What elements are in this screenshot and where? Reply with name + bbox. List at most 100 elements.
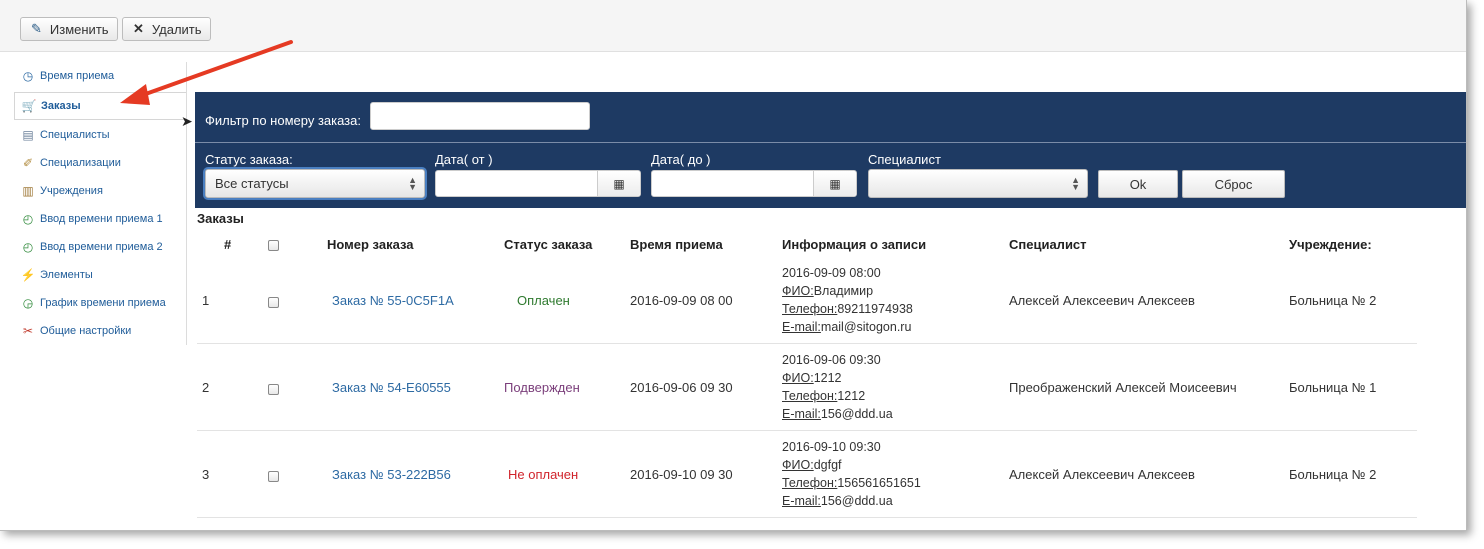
fio-value: Владимир — [813, 284, 874, 298]
email-label: E-mail: — [782, 407, 821, 421]
sidebar-item-label: Элементы — [40, 269, 93, 281]
sidebar-item-elements[interactable]: ⚡ Элементы — [14, 261, 186, 289]
col-header-info: Информация о записи — [782, 237, 927, 252]
plug-icon: ⚡ — [20, 268, 36, 282]
tools-icon: ✂ — [22, 324, 34, 338]
sidebar-item-label: Специалисты — [40, 129, 110, 141]
institution-name: Больница № 2 — [1289, 467, 1377, 482]
delete-button-label: Удалить — [151, 21, 202, 37]
record-info: 2016-09-09 08:00 ФИО:Владимир Телефон:89… — [782, 264, 913, 336]
select-all-checkbox[interactable] — [268, 240, 279, 251]
email-label: E-mail: — [782, 494, 821, 508]
delete-button[interactable]: ✕ Удалить — [122, 17, 211, 41]
institution-name: Больница № 1 — [1289, 380, 1377, 395]
phone-label: Телефон: — [782, 389, 838, 403]
col-header-status[interactable]: Статус заказа — [504, 237, 592, 252]
sidebar-item-general-settings[interactable]: ✂ Общие настройки — [14, 317, 186, 345]
col-header-specialist[interactable]: Специалист — [1009, 237, 1087, 252]
order-status: Не оплачен — [508, 467, 579, 482]
calendar-icon[interactable]: ▦ — [813, 171, 856, 196]
sidebar-item-label: Учреждения — [40, 185, 103, 197]
fio-label: ФИО: — [782, 458, 814, 472]
order-link[interactable]: Заказ № 53-222B56 — [332, 467, 451, 482]
specialist-select[interactable]: ▲ ▼ — [868, 169, 1088, 198]
sidebar-item-label: Общие настройки — [40, 325, 132, 337]
sidebar-item-specialists[interactable]: ▤ Специалисты — [14, 121, 186, 149]
edit-icon: ✎ — [31, 21, 42, 36]
clock-plus-icon: ◴ — [22, 240, 34, 254]
status-filter-label: Статус заказа: — [205, 152, 293, 167]
sidebar-item-time-input-1[interactable]: ◴ Ввод времени приема 1 — [14, 205, 186, 233]
row-divider — [197, 430, 1417, 431]
fio-value: dgfgf — [813, 458, 842, 472]
row-divider — [197, 343, 1417, 344]
order-number-filter-label: Фильтр по номеру заказа: — [205, 113, 361, 128]
specialist-filter-label: Специалист — [868, 152, 941, 167]
order-number-filter-input[interactable] — [370, 102, 590, 130]
record-info: 2016-09-06 09:30 ФИО:1212 Телефон:1212 E… — [782, 351, 893, 423]
sidebar-item-label: Ввод времени приема 2 — [40, 241, 163, 253]
phone-value: 1212 — [837, 389, 866, 403]
calendar-icon[interactable]: ▦ — [597, 171, 640, 196]
fio-label: ФИО: — [782, 371, 814, 385]
col-header-order[interactable]: Номер заказа — [327, 237, 414, 252]
date-to-label: Дата( до ) — [651, 152, 711, 167]
orders-section-title: Заказы — [197, 211, 244, 226]
edit-button[interactable]: ✎ Изменить — [20, 17, 118, 41]
specialist-name: Алексей Алексеевич Алексеев — [1009, 467, 1195, 482]
col-header-institution[interactable]: Учреждение: — [1289, 237, 1372, 252]
close-icon: ✕ — [133, 21, 144, 36]
select-arrows-icon: ▲ ▼ — [408, 175, 417, 192]
tag-icon: ✐ — [22, 156, 34, 170]
row-checkbox[interactable] — [268, 384, 279, 395]
sidebar-item-reception-time[interactable]: ◷ Время приема — [14, 62, 186, 90]
sidebar-item-schedule[interactable]: ◶ График времени приема — [14, 289, 186, 317]
reception-time: 2016-09-06 09 30 — [630, 380, 733, 395]
phone-value: 156561651651 — [837, 476, 921, 490]
edit-button-label: Изменить — [49, 21, 109, 37]
phone-label: Телефон: — [782, 302, 838, 316]
phone-label: Телефон: — [782, 476, 838, 490]
sidebar: ◷ Время приема 🛒 Заказы ▤ Специалисты ✐ … — [14, 62, 187, 345]
sidebar-item-institutions[interactable]: ▥ Учреждения — [14, 177, 186, 205]
clock-icon: ◷ — [22, 69, 34, 83]
row-divider — [197, 517, 1417, 518]
sidebar-item-orders[interactable]: 🛒 Заказы — [14, 92, 186, 120]
fio-value: 1212 — [813, 371, 842, 385]
select-arrows-icon: ▲ ▼ — [1071, 175, 1080, 192]
specialist-name: Алексей Алексеевич Алексеев — [1009, 293, 1195, 308]
info-date: 2016-09-10 09:30 — [782, 440, 881, 454]
sidebar-item-label: Специализации — [40, 157, 121, 169]
sidebar-item-label: График времени приема — [40, 297, 166, 309]
reception-time: 2016-09-09 08 00 — [630, 293, 733, 308]
col-header-time[interactable]: Время приема — [630, 237, 723, 252]
email-value: 156@ddd.ua — [820, 494, 893, 508]
filter-panel: Фильтр по номеру заказа: Статус заказа: … — [195, 92, 1466, 208]
specialist-name: Преображенский Алексей Моисеевич — [1009, 380, 1237, 395]
date-from-input[interactable]: ▦ — [435, 170, 641, 197]
reset-button[interactable]: Сброс — [1182, 170, 1285, 198]
info-date: 2016-09-09 08:00 — [782, 266, 881, 280]
email-value: 156@ddd.ua — [820, 407, 893, 421]
col-header-num: # — [224, 237, 232, 252]
row-checkbox[interactable] — [268, 471, 279, 482]
sidebar-item-specializations[interactable]: ✐ Специализации — [14, 149, 186, 177]
info-date: 2016-09-06 09:30 — [782, 353, 881, 367]
building-icon: ▥ — [22, 184, 34, 198]
order-link[interactable]: Заказ № 55-0C5F1A — [332, 293, 454, 308]
toolbar: ✎ Изменить ✕ Удалить — [0, 0, 1466, 52]
email-value: mail@sitogon.ru — [820, 320, 912, 334]
status-select[interactable]: Все статусы ▲ ▼ — [205, 169, 425, 198]
row-checkbox[interactable] — [268, 297, 279, 308]
order-status: Подвержден — [504, 380, 580, 395]
sidebar-item-time-input-2[interactable]: ◴ Ввод времени приема 2 — [14, 233, 186, 261]
ok-button[interactable]: Ok — [1098, 170, 1178, 198]
row-number: 3 — [202, 467, 210, 482]
record-info: 2016-09-10 09:30 ФИО:dgfgf Телефон:15656… — [782, 438, 921, 510]
date-to-input[interactable]: ▦ — [651, 170, 857, 197]
app-window: ✎ Изменить ✕ Удалить ◷ Время приема 🛒 За… — [0, 0, 1467, 531]
order-link[interactable]: Заказ № 54-E60555 — [332, 380, 451, 395]
filter-divider — [195, 142, 1466, 143]
cart-icon: 🛒 — [21, 99, 37, 113]
reception-time: 2016-09-10 09 30 — [630, 467, 733, 482]
